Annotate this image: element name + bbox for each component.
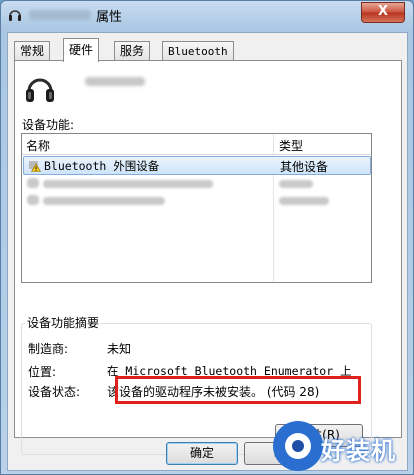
row-device-type: 其他设备: [280, 160, 329, 174]
close-button[interactable]: X: [361, 2, 405, 23]
list-item[interactable]: [23, 192, 369, 209]
title-bar[interactable]: 属性 X: [1, 1, 413, 31]
row-type-blurred: [279, 180, 313, 188]
status-label: 设备状态:: [28, 385, 81, 399]
device-name-blurred: [85, 77, 145, 86]
tab-general[interactable]: 常规: [14, 41, 51, 61]
manufacturer-value: 未知: [107, 342, 132, 356]
status-highlight-box: [115, 376, 361, 404]
properties-window: 属性 X 常规 硬件 服务 Bluetooth 设备功能: 名称 类型 Blue…: [0, 0, 414, 475]
watermark-logo: 好装机: [273, 421, 413, 475]
device-icon-blurred: [27, 178, 39, 188]
headphones-icon: [26, 78, 54, 102]
tab-services[interactable]: 服务: [114, 41, 151, 61]
row-device-name: Bluetooth 外围设备: [44, 159, 160, 173]
row-name-blurred: [43, 197, 165, 205]
column-name-header[interactable]: 名称: [26, 137, 50, 154]
row-name-blurred: [43, 180, 213, 188]
device-name-blurred: [29, 10, 91, 20]
list-header: 名称 类型: [22, 134, 371, 155]
device-icon-blurred: [27, 195, 39, 205]
watermark-circle-icon: [273, 421, 323, 471]
list-item[interactable]: [23, 175, 369, 192]
device-functions-label: 设备功能:: [22, 118, 75, 132]
list-item[interactable]: Bluetooth 外围设备 其他设备: [23, 156, 371, 175]
device-functions-list[interactable]: 名称 类型 Bluetooth 外围设备 其他设备: [21, 133, 372, 283]
watermark-dot: [292, 440, 304, 452]
column-type-header[interactable]: 类型: [279, 137, 303, 154]
row-type-blurred: [279, 197, 329, 205]
watermark-text: 好装机: [321, 437, 396, 465]
tab-hardware[interactable]: 硬件: [63, 38, 100, 62]
window-title: 属性: [96, 10, 123, 25]
summary-legend: 设备功能摘要: [25, 314, 102, 331]
tab-bluetooth[interactable]: Bluetooth: [162, 41, 234, 61]
hardware-panel: 设备功能: 名称 类型 Bluetooth 外围设备 其他设备 制造商: 未知 …: [14, 60, 402, 455]
dialog-client: 常规 硬件 服务 Bluetooth 设备功能: 名称 类型 Bluetooth…: [7, 32, 408, 471]
location-label: 位置:: [28, 365, 57, 379]
manufacturer-label: 制造商:: [28, 342, 69, 356]
headphones-icon: [9, 10, 21, 21]
warning-device-icon: [29, 161, 41, 172]
ok-button[interactable]: 确定: [166, 442, 238, 465]
watermark-ring: [285, 433, 311, 459]
